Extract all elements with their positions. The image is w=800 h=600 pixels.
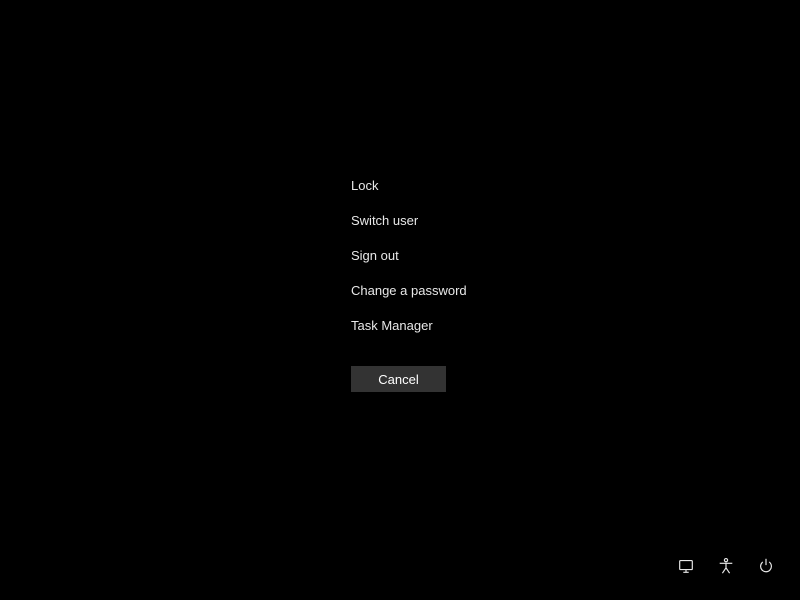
security-options-menu: Lock Switch user Sign out Change a passw… <box>351 168 467 343</box>
lock-option[interactable]: Lock <box>351 168 467 203</box>
change-password-option[interactable]: Change a password <box>351 273 467 308</box>
accessibility-icon[interactable] <box>716 556 736 576</box>
cancel-button[interactable]: Cancel <box>351 366 446 392</box>
network-icon[interactable] <box>676 556 696 576</box>
power-icon[interactable] <box>756 556 776 576</box>
task-manager-option[interactable]: Task Manager <box>351 308 467 343</box>
sign-out-option[interactable]: Sign out <box>351 238 467 273</box>
bottom-icon-bar <box>676 556 776 576</box>
switch-user-option[interactable]: Switch user <box>351 203 467 238</box>
